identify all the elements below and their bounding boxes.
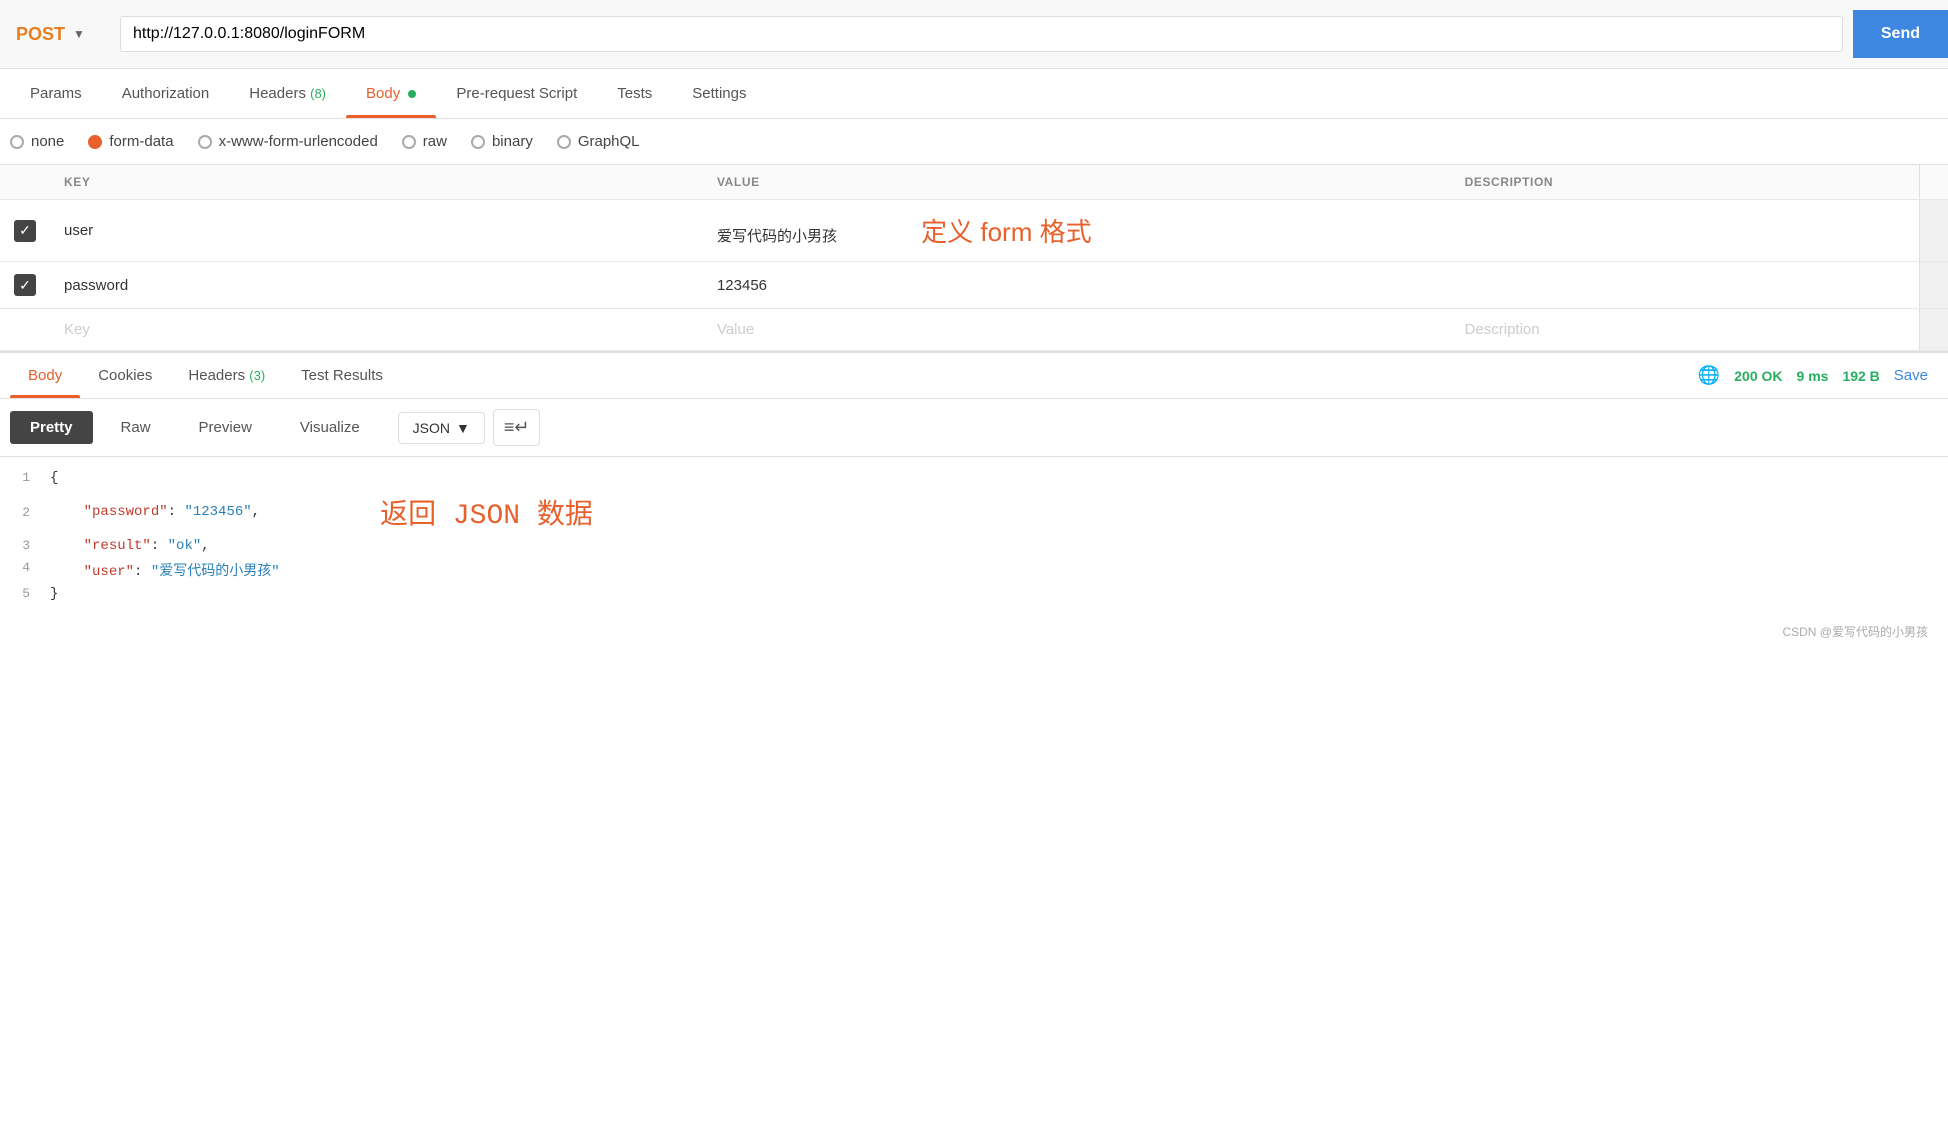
row1-annotation: 定义 form 格式 [921, 217, 1091, 247]
row3-checkbox-cell[interactable] [0, 309, 50, 351]
row2-checkbox-cell[interactable]: ✓ [0, 262, 50, 309]
table-row: ✓ password 123456 [0, 262, 1948, 309]
row1-extra [1920, 200, 1948, 262]
radio-circle-raw [402, 135, 416, 149]
radio-form-data[interactable]: form-data [88, 133, 173, 150]
key-placeholder: Key [64, 321, 90, 338]
tab-params[interactable]: Params [10, 69, 102, 118]
tab-pre-request[interactable]: Pre-request Script [436, 69, 597, 118]
row1-key[interactable]: user [50, 200, 703, 262]
response-tabs-left: Body Cookies Headers (3) Test Results [10, 353, 401, 398]
globe-icon[interactable]: 🌐 [1698, 365, 1720, 386]
radio-graphql[interactable]: GraphQL [557, 133, 640, 150]
response-tab-headers[interactable]: Headers (3) [170, 353, 283, 398]
word-wrap-button[interactable]: ≡↵ [493, 409, 541, 446]
row1-checkbox-cell[interactable]: ✓ [0, 200, 50, 262]
status-time: 9 ms [1797, 368, 1829, 384]
format-toolbar: Pretty Raw Preview Visualize JSON ▼ ≡↵ [0, 399, 1948, 457]
method-label: POST [16, 24, 65, 45]
table-row: Key Value Description [0, 309, 1948, 351]
request-tabs: Params Authorization Headers (8) Body Pr… [0, 69, 1948, 119]
response-tab-test-results[interactable]: Test Results [283, 353, 401, 398]
col-value: VALUE [703, 165, 1451, 200]
col-checkbox [0, 165, 50, 200]
radio-binary[interactable]: binary [471, 133, 533, 150]
row2-description[interactable] [1451, 262, 1920, 309]
body-type-row: none form-data x-www-form-urlencoded raw… [0, 119, 1948, 165]
url-bar: POST ▼ Send [0, 0, 1948, 69]
response-annotation: 返回 JSON 数据 [380, 492, 593, 532]
json-format-dropdown[interactable]: JSON ▼ [398, 412, 485, 444]
row3-extra [1920, 309, 1948, 351]
row2-key[interactable]: password [50, 262, 703, 309]
tab-body[interactable]: Body [346, 69, 436, 118]
radio-circle-urlencoded [198, 135, 212, 149]
response-status-right: 🌐 200 OK 9 ms 192 B Save [1698, 365, 1938, 386]
value-placeholder: Value [717, 321, 754, 338]
tab-headers[interactable]: Headers (8) [229, 69, 346, 118]
checkbox-checked-icon: ✓ [14, 220, 36, 242]
col-description: DESCRIPTION [1451, 165, 1920, 200]
row3-description[interactable]: Description [1451, 309, 1920, 351]
status-size: 192 B [1842, 368, 1879, 384]
chevron-down-icon: ▼ [456, 420, 470, 436]
radio-urlencoded[interactable]: x-www-form-urlencoded [198, 133, 378, 150]
row2-value[interactable]: 123456 [703, 262, 1451, 309]
send-button[interactable]: Send [1853, 10, 1948, 58]
footer-text: CSDN @爱写代码的小男孩 [1782, 625, 1928, 639]
json-line-1: 1 { [0, 467, 1948, 489]
desc-placeholder: Description [1465, 321, 1540, 338]
radio-circle-form-data [88, 135, 102, 149]
json-line-5: 5 } [0, 583, 1948, 605]
row3-key[interactable]: Key [50, 309, 703, 351]
radio-raw[interactable]: raw [402, 133, 447, 150]
json-line-3: 3 "result": "ok", [0, 535, 1948, 557]
row2-extra [1920, 262, 1948, 309]
tab-tests[interactable]: Tests [597, 69, 672, 118]
format-tab-preview[interactable]: Preview [179, 411, 272, 444]
radio-circle-graphql [557, 135, 571, 149]
url-input[interactable] [120, 16, 1843, 52]
radio-none[interactable]: none [10, 133, 64, 150]
status-ok: 200 OK [1734, 368, 1782, 384]
response-tab-body[interactable]: Body [10, 353, 80, 398]
tab-authorization[interactable]: Authorization [102, 69, 230, 118]
json-line-4: 4 "user": "爱写代码的小男孩" [0, 557, 1948, 583]
tab-settings[interactable]: Settings [672, 69, 766, 118]
body-active-dot [408, 90, 416, 98]
radio-circle-none [10, 135, 24, 149]
row1-value[interactable]: 爱写代码的小男孩 定义 form 格式 [703, 200, 1451, 262]
footer: CSDN @爱写代码的小男孩 [0, 615, 1948, 648]
col-extra [1920, 165, 1948, 200]
save-button[interactable]: Save [1894, 367, 1928, 384]
json-viewer: 1 { 2 "password": "123456", 返回 JSON 数据 3… [0, 457, 1948, 615]
chevron-down-icon: ▼ [73, 27, 85, 41]
method-selector[interactable]: POST ▼ [0, 16, 120, 53]
checkbox-checked-icon: ✓ [14, 274, 36, 296]
table-row: ✓ user 爱写代码的小男孩 定义 form 格式 [0, 200, 1948, 262]
col-key: KEY [50, 165, 703, 200]
format-tab-pretty[interactable]: Pretty [10, 411, 93, 444]
json-line-2: 2 "password": "123456", 返回 JSON 数据 [0, 489, 1948, 535]
row1-description[interactable] [1451, 200, 1920, 262]
format-tab-visualize[interactable]: Visualize [280, 411, 380, 444]
response-tabs-row: Body Cookies Headers (3) Test Results 🌐 … [0, 351, 1948, 399]
row3-value[interactable]: Value [703, 309, 1451, 351]
format-tab-raw[interactable]: Raw [101, 411, 171, 444]
params-table: KEY VALUE DESCRIPTION ✓ user 爱写代码的小男孩 定义… [0, 165, 1948, 351]
response-tab-cookies[interactable]: Cookies [80, 353, 170, 398]
radio-circle-binary [471, 135, 485, 149]
